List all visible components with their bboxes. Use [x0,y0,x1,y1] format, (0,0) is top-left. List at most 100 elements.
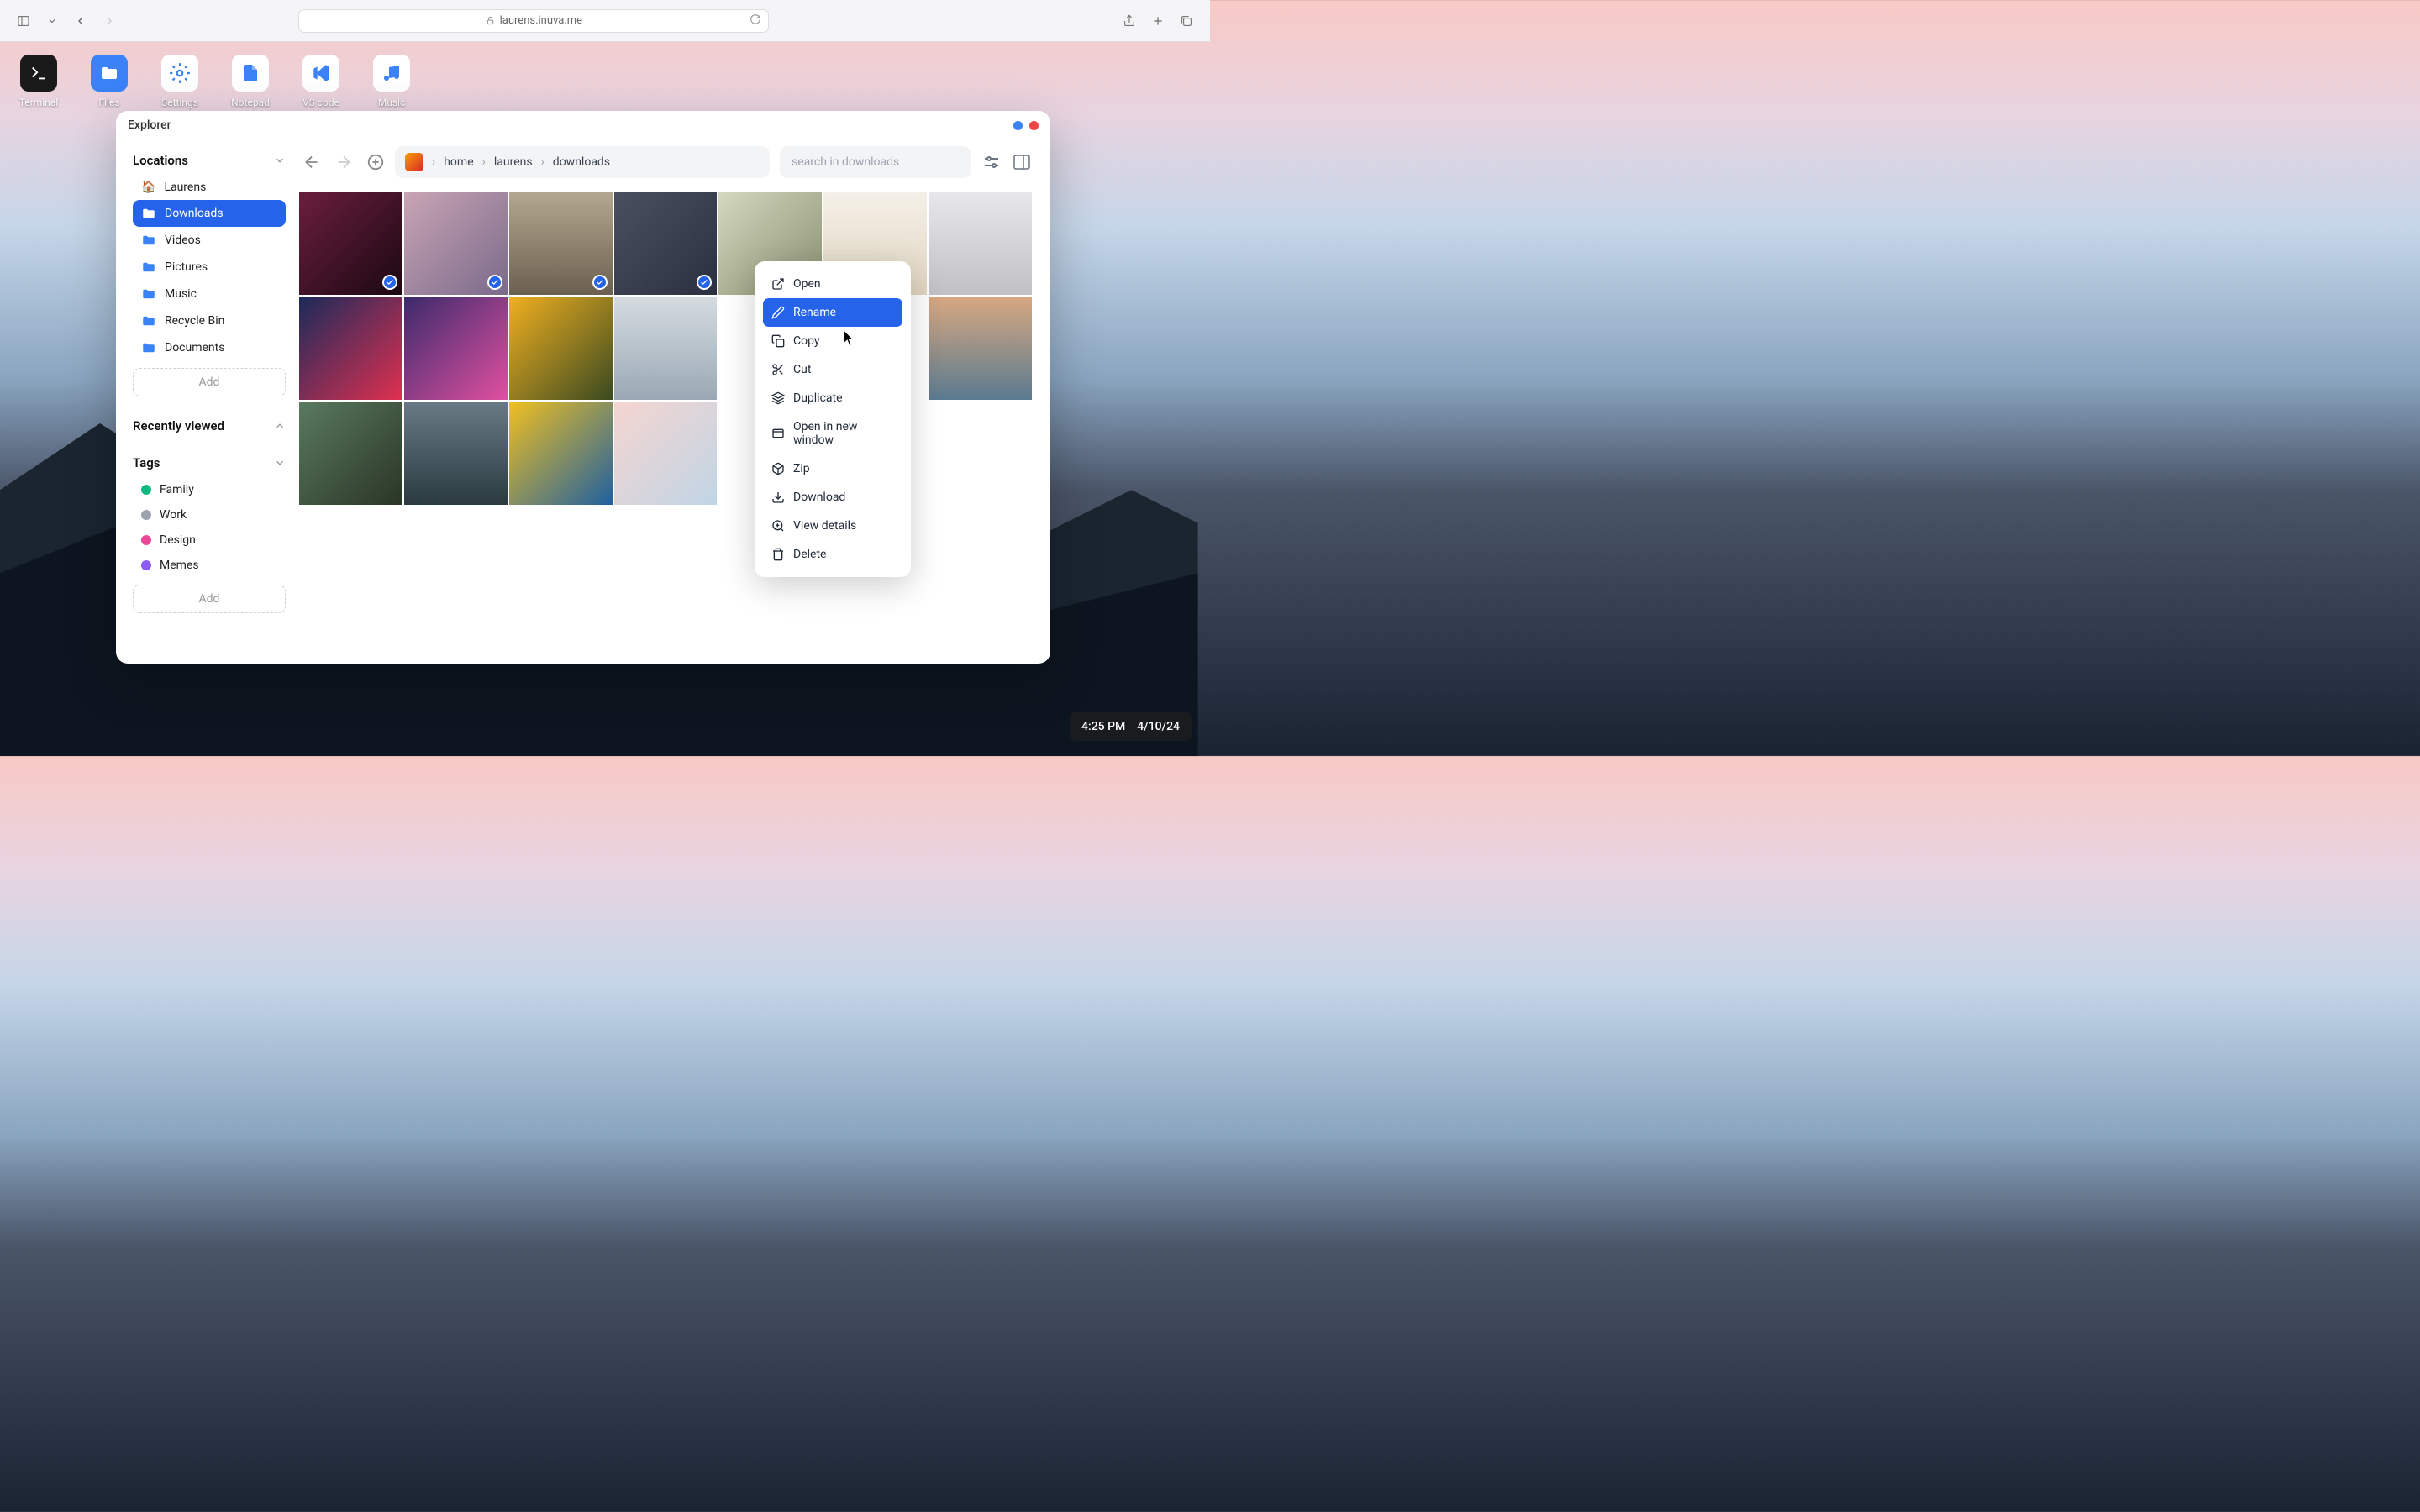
address-bar[interactable]: laurens.inuva.me [298,9,769,33]
sidebar-item-music[interactable]: Music [133,281,286,307]
cursor-icon [844,330,855,347]
chevron-icon: › [432,155,435,169]
breadcrumb-home[interactable]: home [444,155,473,169]
nav-forward[interactable] [334,153,353,171]
forward-button[interactable] [101,13,118,29]
desktop-icon-music[interactable]: Music [368,55,415,108]
window-minimize[interactable] [1013,121,1023,130]
breadcrumb-downloads[interactable]: downloads [553,155,610,169]
tag-family[interactable]: Family [133,477,286,502]
sidebar-item-recycle[interactable]: Recycle Bin [133,307,286,334]
file-tile[interactable] [509,402,613,505]
ctx-delete[interactable]: Delete [763,540,902,569]
taskbar-clock[interactable]: 4:25 PM 4/10/24 [1070,712,1192,741]
file-tile[interactable] [929,192,1032,295]
folder-icon [141,340,156,355]
file-tile[interactable] [509,192,613,295]
folder-icon [141,233,156,248]
tags-header[interactable]: Tags [133,449,286,477]
desktop-icon-files[interactable]: Files [86,55,133,108]
filter-icon[interactable] [981,152,1002,172]
avatar[interactable] [405,153,424,171]
layout-toggle-icon[interactable] [1012,152,1032,172]
home-icon: 🏠 [141,181,155,194]
ctx-open-in-new-window[interactable]: Open in new window [763,412,902,454]
tag-memes[interactable]: Memes [133,553,286,578]
main-area: › home › laurens › downloads [299,139,1050,664]
ctx-open[interactable]: Open [763,270,902,298]
file-tile[interactable] [299,297,402,400]
tag-dot-icon [141,560,151,570]
chevron-icon: › [482,155,486,169]
ctx-duplicate[interactable]: Duplicate [763,384,902,412]
file-tile[interactable] [614,297,718,400]
selected-check-icon [592,275,608,290]
ctx-copy[interactable]: Copy [763,327,902,355]
ctx-label: Open [793,277,821,291]
package-icon [771,462,785,475]
add-location-button[interactable]: Add [133,368,286,396]
sidebar-item-downloads[interactable]: Downloads [133,200,286,227]
desktop-icon-notepad[interactable]: Notepad [227,55,274,108]
window-header[interactable]: Explorer [116,111,1050,139]
layers-icon [771,391,785,405]
file-tile[interactable] [299,402,402,505]
sidebar-item-laurens[interactable]: 🏠 Laurens [133,175,286,200]
ctx-download[interactable]: Download [763,483,902,512]
window-icon [771,427,785,440]
tag-design[interactable]: Design [133,528,286,553]
ctx-cut[interactable]: Cut [763,355,902,384]
share-icon[interactable] [1121,13,1138,29]
search-input[interactable] [780,146,971,178]
desktop-icon-vscode[interactable]: VS code [297,55,345,108]
ctx-view-details[interactable]: View details [763,512,902,540]
browser-chrome: laurens.inuva.me [0,0,1210,42]
sidebar-item-documents[interactable]: Documents [133,334,286,361]
tag-work[interactable]: Work [133,502,286,528]
add-tag-button[interactable]: Add [133,585,286,613]
context-menu: Open Rename Copy Cut Duplicate Open in new wi… [755,261,911,577]
ctx-zip[interactable]: Zip [763,454,902,483]
chevron-icon: › [541,155,544,169]
tag-dot-icon [141,535,151,545]
ctx-rename[interactable]: Rename [763,298,902,327]
ctx-label: Zip [793,462,810,475]
selected-check-icon [382,275,397,290]
locations-header[interactable]: Locations [133,146,286,175]
file-tile[interactable] [929,297,1032,400]
toolbar: › home › laurens › downloads [299,146,1032,178]
tabs-icon[interactable] [1178,13,1195,29]
folder-icon [141,206,156,221]
file-icon [240,63,260,83]
ctx-label: Copy [793,334,820,348]
file-tile[interactable] [614,402,718,505]
ctx-label: Duplicate [793,391,843,405]
chevron-down-icon[interactable] [44,13,60,29]
sidebar-item-videos[interactable]: Videos [133,227,286,254]
nav-back[interactable] [302,153,321,171]
file-tile[interactable] [614,192,718,295]
tag-dot-icon [141,510,151,520]
recent-header[interactable]: Recently viewed [133,412,286,440]
file-tile[interactable] [299,192,402,295]
desktop-icon-terminal[interactable]: Terminal [15,55,62,108]
folder-icon [141,260,156,275]
file-tile[interactable] [509,297,613,400]
pencil-icon [771,306,785,319]
new-tab-icon[interactable] [1150,13,1166,29]
file-tile[interactable] [404,297,508,400]
file-tile[interactable] [404,192,508,295]
window-title: Explorer [128,118,171,132]
back-button[interactable] [72,13,89,29]
nav-add[interactable] [366,153,385,171]
file-tile[interactable] [404,402,508,505]
zoom-icon [771,519,785,533]
sidebar-toggle-icon[interactable] [15,13,32,29]
download-icon [771,491,785,504]
sidebar-item-pictures[interactable]: Pictures [133,254,286,281]
breadcrumb-laurens[interactable]: laurens [494,155,533,169]
window-close[interactable] [1029,121,1039,130]
ctx-label: Download [793,491,845,504]
desktop-icon-settings[interactable]: Settings [156,55,203,108]
reload-icon[interactable] [750,13,761,29]
